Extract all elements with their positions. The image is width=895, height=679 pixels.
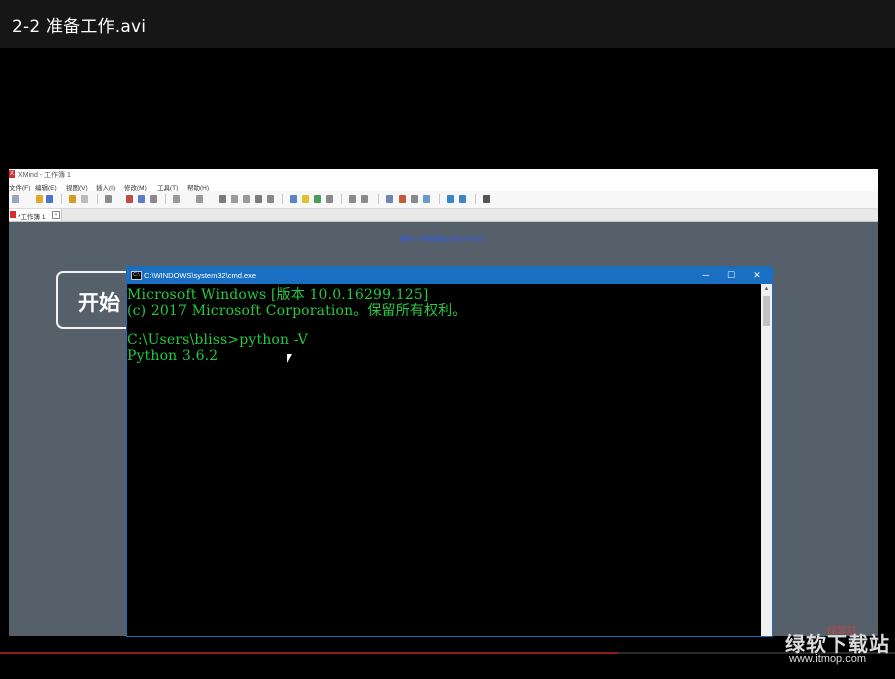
console-icon: C:\ <box>131 271 142 280</box>
xmind-file-icon <box>10 211 16 218</box>
console-line: C:\Users\bliss>python -V <box>127 332 308 348</box>
relationship-icon[interactable] <box>219 195 226 203</box>
video-player: 2-2 准备工作.avi X XMind - 工作簿 1 文件(F) 编辑(E)… <box>0 0 895 679</box>
scrollbar-thumb[interactable] <box>763 296 770 326</box>
clear-format-icon[interactable] <box>361 195 368 203</box>
gantt-icon[interactable] <box>399 195 406 203</box>
xmind-toolbar <box>9 191 878 209</box>
toolbar-divider <box>475 194 476 204</box>
cmd-window-title: C:\WINDOWS\system32\cmd.exe <box>144 271 257 280</box>
upload-icon[interactable] <box>459 195 466 203</box>
minimize-button[interactable]: ─ <box>699 269 713 281</box>
play-icon[interactable] <box>173 195 180 203</box>
toolbar-divider <box>341 194 342 204</box>
open-icon[interactable] <box>36 195 43 203</box>
label-icon[interactable] <box>243 195 250 203</box>
close-icon[interactable]: × <box>52 211 60 219</box>
idea-icon[interactable] <box>302 195 309 203</box>
tab-label: *工作簿 1 <box>18 214 46 221</box>
xmind-window-title: XMind - 工作簿 1 <box>18 172 71 179</box>
topic-icon[interactable] <box>105 195 112 203</box>
central-topic-label: 开始 <box>78 291 120 315</box>
scroll-up-icon[interactable]: ▲ <box>761 284 772 294</box>
toolbar-divider <box>61 194 62 204</box>
floating-topic-icon[interactable] <box>138 195 145 203</box>
new-icon[interactable] <box>12 195 19 203</box>
undo-icon[interactable] <box>69 195 76 203</box>
marker-icon[interactable] <box>314 195 321 203</box>
console-output[interactable]: Microsoft Windows [版本 10.0.16299.125] (c… <box>127 284 761 636</box>
cmd-window[interactable]: C:\ C:\WINDOWS\system32\cmd.exe ─ ☐ ✕ Mi… <box>127 267 772 636</box>
boundary-icon[interactable] <box>196 195 203 203</box>
console-line: Python 3.6.2 <box>127 348 219 364</box>
gear-icon[interactable] <box>483 195 490 203</box>
toolbar-divider <box>378 194 379 204</box>
callout-icon[interactable] <box>150 195 157 203</box>
tab-workbook-1[interactable]: *工作簿 1 × <box>9 209 62 221</box>
video-title: 2-2 准备工作.avi <box>12 17 147 37</box>
save-icon[interactable] <box>46 195 53 203</box>
zoom-icon[interactable] <box>411 195 418 203</box>
cmd-titlebar[interactable]: C:\ C:\WINDOWS\system32\cmd.exe ─ ☐ ✕ <box>127 267 772 284</box>
maximize-button[interactable]: ☐ <box>724 269 738 281</box>
toolbar-divider <box>282 194 283 204</box>
toolbar-divider <box>165 194 166 204</box>
console-line: (c) 2017 Microsoft Corporation。保留所有权利。 <box>127 303 467 319</box>
xmind-logo-icon: X <box>9 170 15 178</box>
redo-icon[interactable] <box>81 195 88 203</box>
video-header: 2-2 准备工作.avi <box>0 0 895 48</box>
share-icon[interactable] <box>447 195 454 203</box>
note-icon[interactable] <box>255 195 262 203</box>
image-icon[interactable] <box>290 195 297 203</box>
format-painter-icon[interactable] <box>349 195 356 203</box>
toolbar-divider <box>97 194 98 204</box>
xmind-tabbar: *工作簿 1 × <box>9 209 878 222</box>
watermark: 绿软站 绿软下载站 www.itmop.com <box>785 622 890 670</box>
hyperlink-icon[interactable] <box>326 195 333 203</box>
mouse-pointer-icon <box>287 354 292 363</box>
watermark-url: www.itmop.com <box>789 653 867 665</box>
subtopic-icon[interactable] <box>126 195 133 203</box>
video-progress-bar[interactable] <box>0 652 895 654</box>
outline-icon[interactable] <box>386 195 393 203</box>
xmind-titlebar: X XMind - 工作簿 1 <box>9 169 878 180</box>
canvas-link-text[interactable]: 更多一手资源加aa791770nbc <box>400 233 485 243</box>
search-icon[interactable] <box>423 195 430 203</box>
video-progress-fill <box>0 652 618 654</box>
toolbar-divider <box>439 194 440 204</box>
vertical-scrollbar[interactable]: ▲ <box>761 284 772 636</box>
attachment-icon[interactable] <box>267 195 274 203</box>
close-button[interactable]: ✕ <box>750 269 764 281</box>
xmind-menubar: 文件(F) 编辑(E) 视图(V) 插入(I) 修改(M) 工具(T) 帮助(H… <box>9 180 878 192</box>
summary-icon[interactable] <box>231 195 238 203</box>
